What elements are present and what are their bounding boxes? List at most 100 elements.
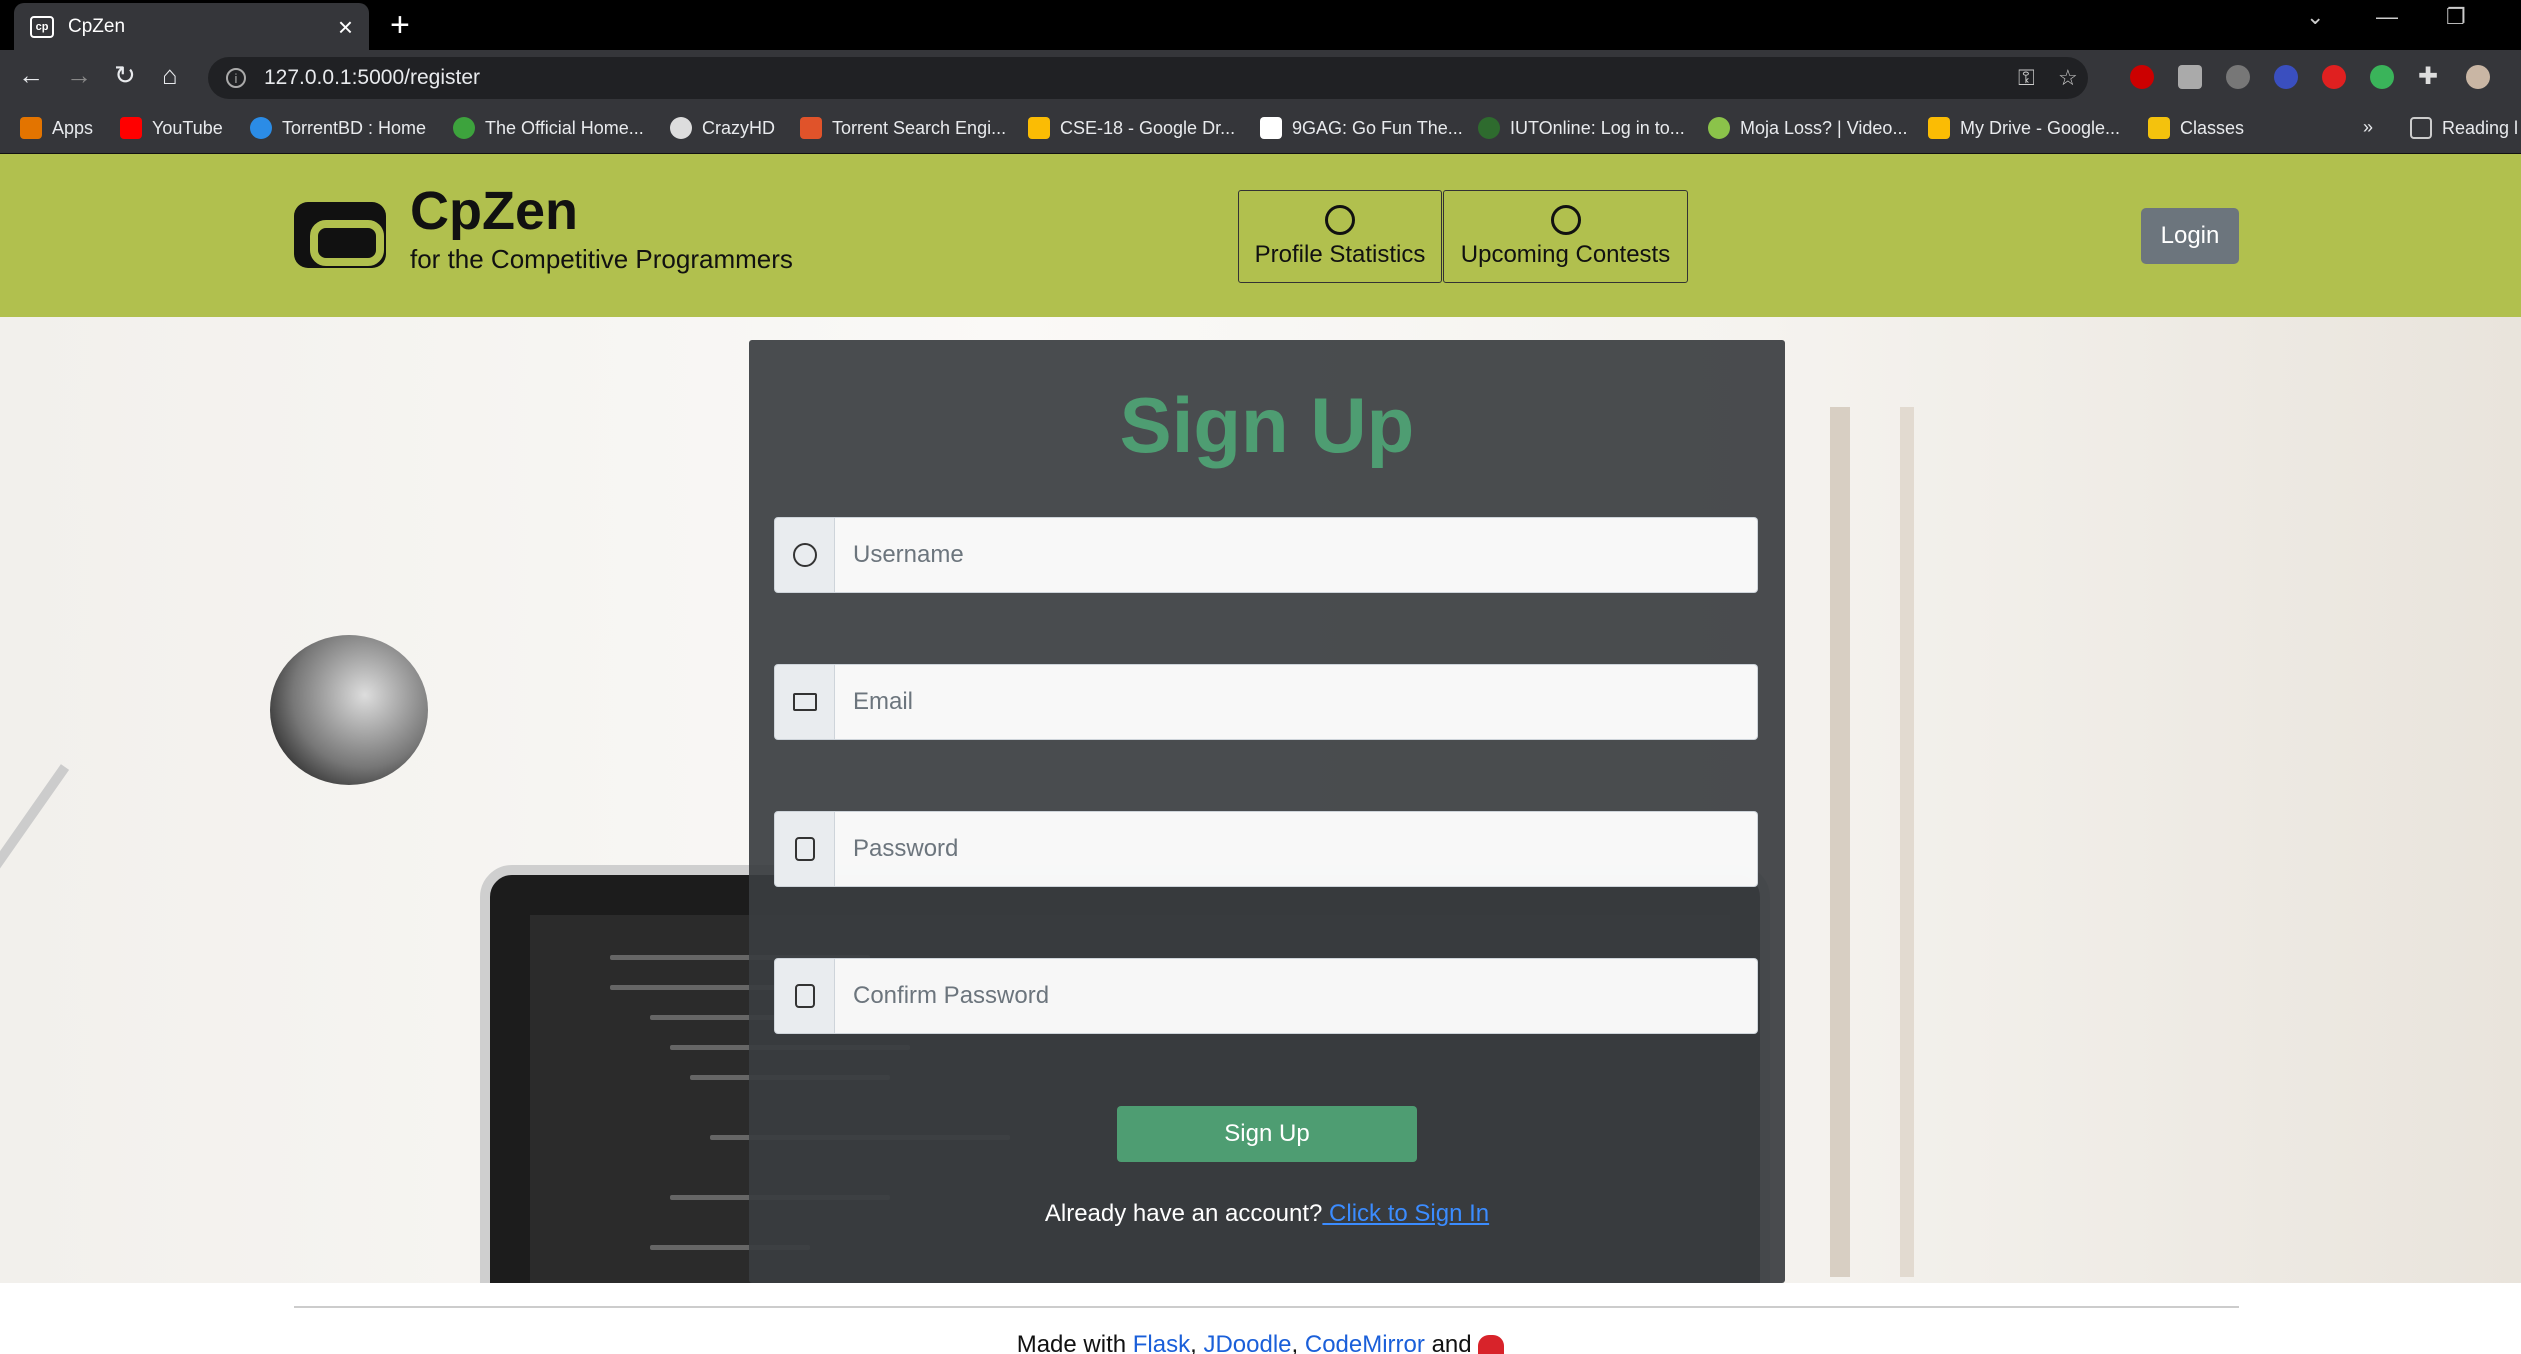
user-circle-icon [1325,204,1355,235]
tab-search-icon[interactable]: ⌄ [2306,4,2324,30]
signup-title: Sign Up [1119,381,1415,469]
tab-bar: cp CpZen × + ⌄ — ❐ [0,0,2521,50]
bookmark-torrentbd[interactable]: TorrentBD : Home [250,117,426,139]
username-field [774,517,1758,593]
bookmark-my-drive[interactable]: My Drive - Google... [1928,117,2120,139]
cpzen-logo-icon[interactable] [294,202,386,268]
extension-icon[interactable] [2178,65,2202,89]
jdoodle-link[interactable]: JDoodle [1203,1331,1291,1354]
bookmarks-bar: Apps YouTube TorrentBD : Home The Offici… [0,106,2521,154]
flask-link[interactable]: Flask [1133,1331,1190,1354]
reload-icon[interactable]: ↻ [114,62,136,88]
envelope-icon [792,693,817,711]
nav-label: Profile Statistics [1254,240,1426,268]
confirm-password-prefix [774,958,835,1034]
confirm-password-input[interactable] [835,958,1758,1034]
username-input[interactable] [835,517,1758,593]
new-tab-icon[interactable]: + [390,8,410,42]
and-text: and [1431,1331,1472,1354]
google-drive-icon [1928,117,1950,139]
9gag-icon [1260,117,1282,139]
forward-icon[interactable]: → [66,62,92,88]
ublock-extension-icon[interactable] [2130,65,2154,89]
password-input[interactable] [835,811,1758,887]
url-input[interactable] [264,66,1764,90]
signup-button[interactable]: Sign Up [1117,1106,1417,1162]
password-field [774,811,1758,887]
close-tab-icon[interactable]: × [338,14,353,40]
extension-icon[interactable] [2274,65,2298,89]
bookmark-label: Classes [2180,117,2245,138]
nav-label: Upcoming Contests [1460,240,1671,268]
codemirror-link[interactable]: CodeMirror [1305,1331,1425,1354]
bookmark-iutonline[interactable]: IUTOnline: Log in to... [1478,117,1685,139]
heart-icon [1478,1334,1505,1354]
bookmark-label: The Official Home... [485,117,644,138]
youtube-icon [120,117,142,139]
brand-tagline: for the Competitive Programmers [410,244,793,274]
bookmarks-overflow-icon[interactable]: » [2363,117,2373,138]
bookmark-youtube[interactable]: YouTube [120,117,223,139]
reading-list-icon [2410,117,2432,139]
crazyhd-icon [670,117,692,139]
bookmark-classes[interactable]: Classes [2148,117,2244,139]
torrent-search-icon [800,117,822,139]
bookmark-torrent-search[interactable]: Torrent Search Engi... [800,117,1006,139]
lamp-arm [0,764,70,1114]
bookmark-label: TorrentBD : Home [282,117,427,138]
signin-link[interactable]: Click to Sign In [1322,1200,1489,1227]
apps-grid-icon [20,117,42,139]
email-field [774,664,1758,740]
cpzen-favicon-icon: cp [30,15,54,38]
site-header: CpZen for the Competitive Programmers Pr… [0,154,2521,317]
bookmark-crazyhd[interactable]: CrazyHD [670,117,775,139]
extension-icon[interactable] [2322,65,2346,89]
extension-icon[interactable] [2370,65,2394,89]
bookmark-star-icon[interactable]: ☆ [2058,65,2078,91]
home-icon[interactable]: ⌂ [162,62,178,88]
classroom-icon [2148,117,2170,139]
extensions-puzzle-icon[interactable]: ✚ [2418,62,2442,90]
email-input[interactable] [835,664,1758,740]
nav-profile-statistics[interactable]: Profile Statistics [1238,190,1442,283]
password-prefix [774,811,835,887]
user-circle-icon [792,543,817,567]
email-prefix [774,664,835,740]
bookmark-9gag[interactable]: 9GAG: Go Fun The... [1260,117,1463,139]
bookmark-reading-list[interactable]: Reading l [2410,117,2518,139]
clock-icon [1550,204,1581,235]
omnibox[interactable]: i ⚿ ☆ [208,57,2088,99]
moja-loss-icon [1708,117,1730,139]
bookmark-official-home[interactable]: The Official Home... [453,117,644,139]
bookmark-label: Torrent Search Engi... [832,117,1007,138]
login-button[interactable]: Login [2141,208,2239,264]
tab-title: CpZen [68,15,126,37]
bookmark-label: My Drive - Google... [1960,117,2121,138]
tab-cpzen[interactable]: cp CpZen × [14,3,369,50]
brand-name[interactable]: CpZen [410,180,578,242]
hero-background: Sign Up Sign Up Already have an account?… [0,317,2521,1283]
username-prefix [774,517,835,593]
bookmark-label: IUTOnline: Log in to... [1510,117,1685,138]
profile-avatar[interactable] [2466,65,2490,89]
bookmark-label: YouTube [152,117,223,138]
shelf-post [1830,407,1850,1277]
footer-divider [294,1306,2239,1308]
official-home-icon [453,117,475,139]
bookmark-label: 9GAG: Go Fun The... [1292,117,1463,138]
shelf-post [1900,407,1914,1277]
password-key-icon[interactable]: ⚿ [2018,65,2035,91]
minimize-icon[interactable]: — [2376,4,2398,30]
restore-icon[interactable]: ❐ [2446,4,2466,30]
back-icon[interactable]: ← [18,62,44,88]
site-footer: Made with Flask, JDoodle, CodeMirror and [0,1283,2521,1354]
bookmark-label: Reading l [2442,117,2519,138]
site-info-icon[interactable]: i [226,68,246,88]
bookmark-apps[interactable]: Apps [20,117,93,139]
bookmark-moja-loss[interactable]: Moja Loss? | Video... [1708,117,1907,139]
footer-credits: Made with Flask, JDoodle, CodeMirror and [0,1331,2521,1354]
extension-icon[interactable] [2226,65,2250,89]
nav-upcoming-contests[interactable]: Upcoming Contests [1443,190,1688,283]
bookmark-label: Moja Loss? | Video... [1740,117,1908,138]
bookmark-cse18-drive[interactable]: CSE-18 - Google Dr... [1028,117,1235,139]
